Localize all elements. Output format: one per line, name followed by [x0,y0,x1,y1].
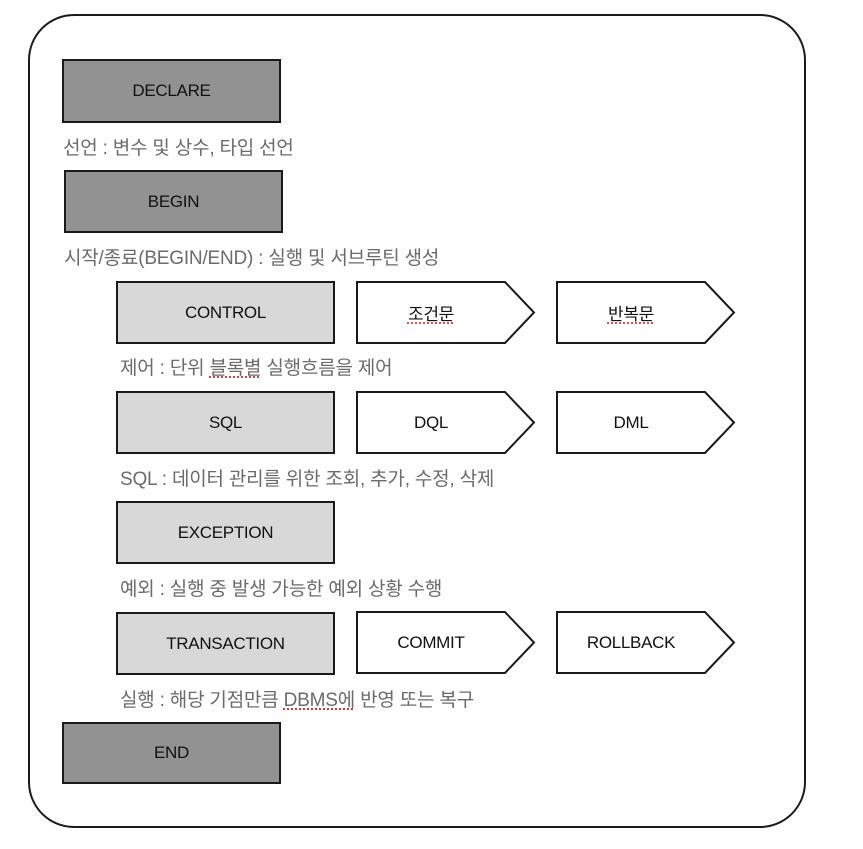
sql-label: SQL [208,412,243,432]
sql-step-dml: DML [556,391,736,454]
sql-block: SQL [116,391,335,454]
control-label: CONTROL [184,302,267,322]
transaction-block: TRANSACTION [116,612,335,675]
desc-marked-text: 블록별 [209,358,262,379]
step-label: ROLLBACK [586,632,676,652]
control-step-loop: 반복문 [556,281,736,344]
end-label: END [154,743,189,762]
step-label: 조건문 [407,305,455,324]
step-label: 반복문 [607,305,655,324]
begin-label: BEGIN [147,191,200,211]
desc-marked-text: DBMS에 [283,690,356,711]
step-label: COMMIT [397,632,465,652]
transaction-step-commit: COMMIT [356,611,536,674]
exception-label: EXCEPTION [177,522,274,542]
step-label: DQL [413,412,449,432]
desc-text: 실행흐름을 제어 [261,358,393,379]
transaction-label: TRANSACTION [166,633,285,653]
sql-description: SQL : 데이터 관리를 위한 조회, 추가, 수정, 삭제 [120,469,495,490]
control-description: 제어 : 단위 블록별 실행흐름을 제어 [120,353,393,380]
desc-text: 반영 또는 복구 [355,690,474,711]
control-step-conditional: 조건문 [356,281,536,344]
exception-description: 예외 : 실행 중 발생 가능한 예외 상황 수행 [120,579,443,600]
step-label: DML [613,412,649,432]
transaction-step-rollback: ROLLBACK [556,611,736,674]
transaction-description: 실행 : 해당 기점만큼 DBMS에 반영 또는 복구 [120,685,474,712]
begin-block: BEGIN [64,170,283,233]
sql-step-dql: DQL [356,391,536,454]
declare-block: DECLARE [62,59,281,123]
declare-label: DECLARE [132,81,211,100]
declare-description: 선언 : 변수 및 상수, 타입 선언 [63,138,294,159]
control-block: CONTROL [116,281,335,344]
exception-block: EXCEPTION [116,501,335,564]
desc-text: 제어 : 단위 [120,358,210,379]
end-block: END [62,722,281,784]
begin-description: 시작/종료(BEGIN/END) : 실행 및 서브루틴 생성 [64,248,440,269]
desc-text: 실행 : 해당 기점만큼 [120,690,284,711]
